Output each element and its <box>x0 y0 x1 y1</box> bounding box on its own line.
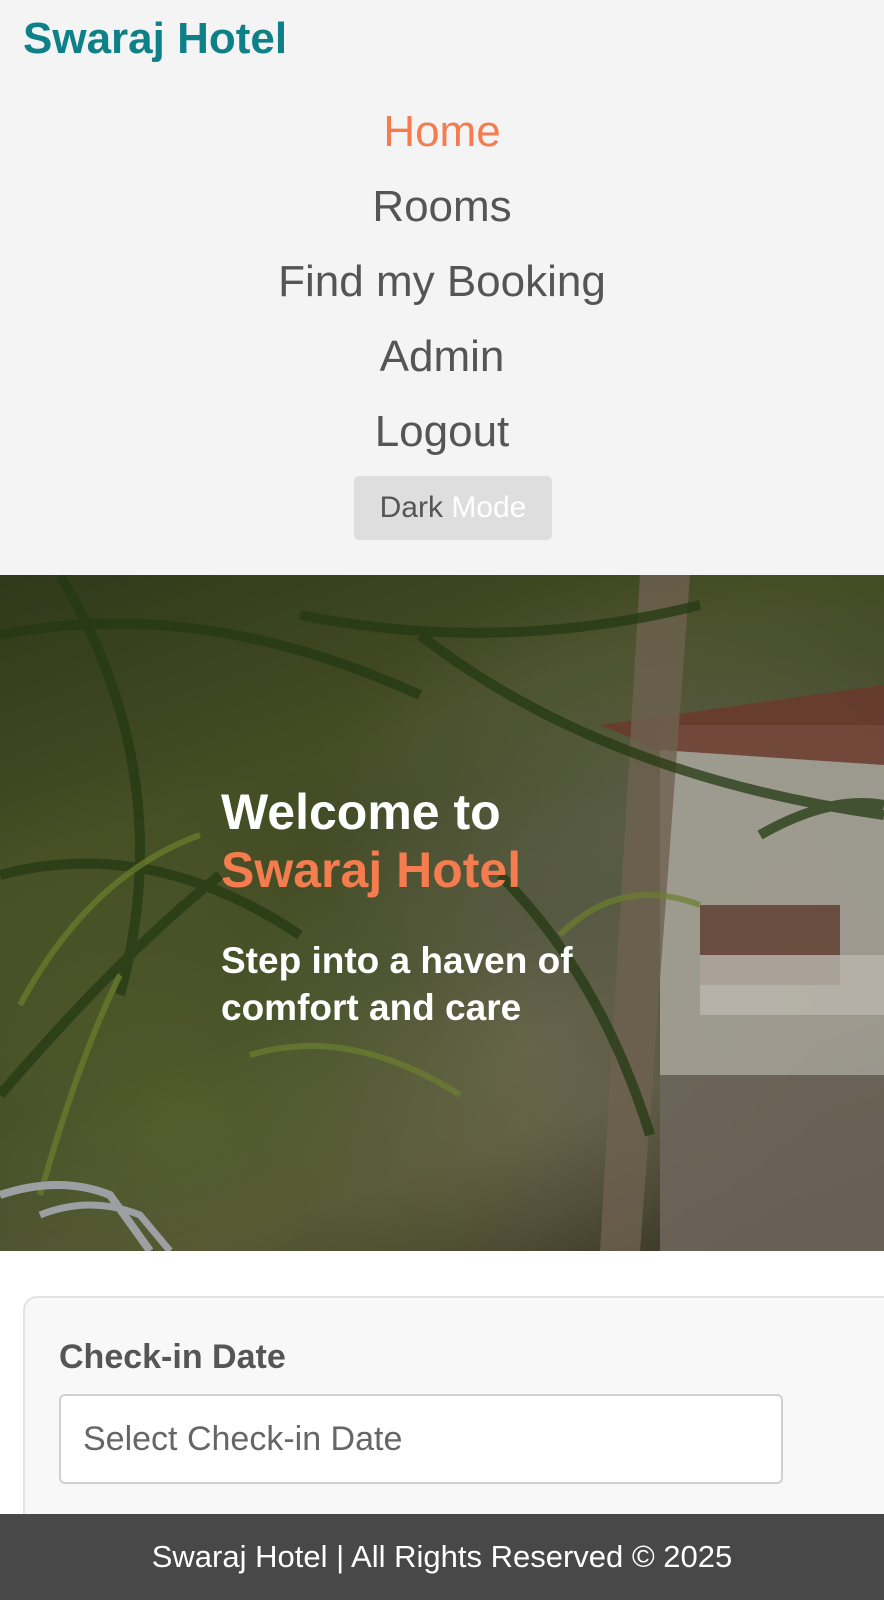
hero-text: Welcome to Swaraj Hotel Step into a have… <box>221 783 621 1031</box>
hero-title-line1: Welcome to <box>221 784 501 840</box>
dark-mode-label-dark: Dark <box>379 491 443 524</box>
nav-find-booking-link[interactable]: Find my Booking <box>0 244 884 319</box>
site-footer: Swaraj Hotel | All Rights Reserved © 202… <box>0 1514 884 1600</box>
nav-rooms-link[interactable]: Rooms <box>0 169 884 244</box>
hero-title-hotel-name: Swaraj Hotel <box>221 842 522 898</box>
main-nav: Home Rooms Find my Booking Admin Logout <box>0 94 884 469</box>
hero-subtitle: Step into a haven of comfort and care <box>221 940 573 1028</box>
booking-form-card: Check-in Date <box>23 1296 884 1536</box>
nav-home-link[interactable]: Home <box>0 94 884 169</box>
hero-title: Welcome to Swaraj Hotel <box>221 783 621 899</box>
dark-mode-label-mode: Mode <box>451 491 527 524</box>
nav-logout-link[interactable]: Logout <box>0 394 884 469</box>
hero-banner: Welcome to Swaraj Hotel Step into a have… <box>0 575 884 1251</box>
checkin-date-input[interactable] <box>59 1394 783 1484</box>
site-header: Swaraj Hotel Home Rooms Find my Booking … <box>0 0 884 575</box>
nav-admin-link[interactable]: Admin <box>0 319 884 394</box>
checkin-date-label: Check-in Date <box>59 1338 286 1376</box>
page: Swaraj Hotel Home Rooms Find my Booking … <box>0 0 884 1600</box>
brand-logo[interactable]: Swaraj Hotel <box>23 14 287 64</box>
dark-mode-toggle[interactable]: Dark Mode <box>354 476 552 540</box>
footer-copyright: Swaraj Hotel | All Rights Reserved © 202… <box>151 1539 733 1574</box>
